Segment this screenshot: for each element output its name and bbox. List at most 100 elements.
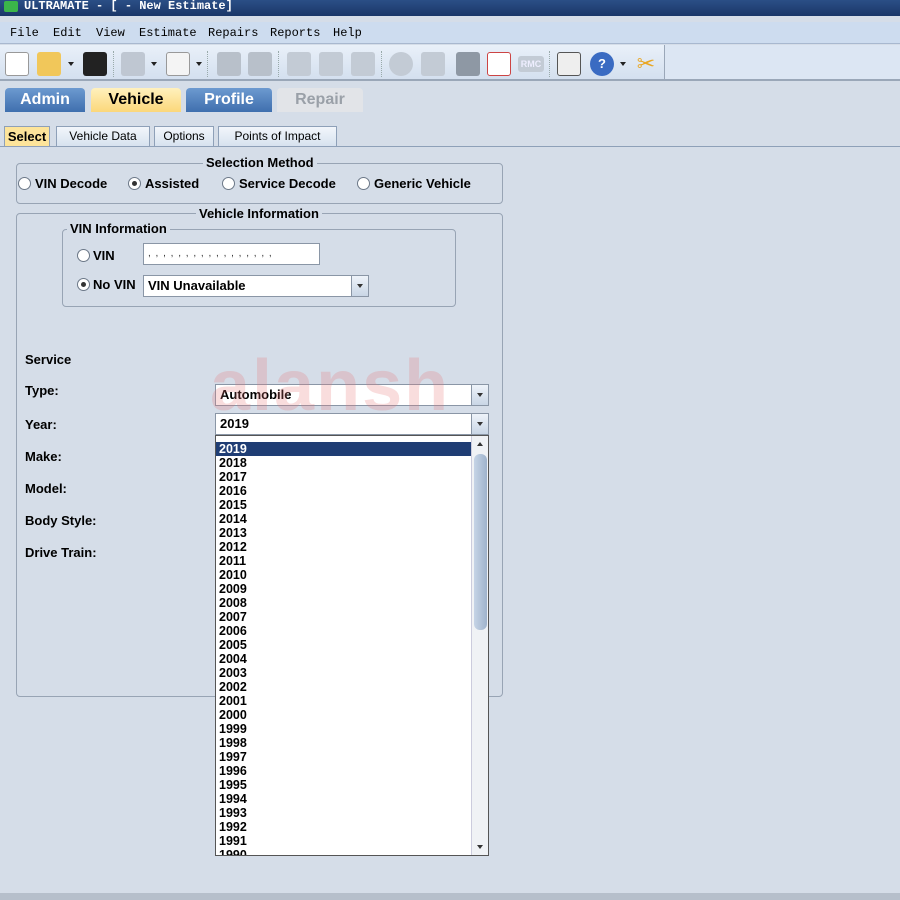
no-vin-reason-select[interactable]: VIN Unavailable — [143, 275, 369, 297]
model-label: Model: — [25, 481, 67, 496]
year-option[interactable]: 2000 — [216, 708, 471, 722]
new-estimate-icon[interactable] — [5, 52, 29, 76]
tab-repair: Repair — [277, 88, 363, 112]
calculator-icon[interactable] — [456, 52, 480, 76]
menu-bar: File Edit View Estimate Repairs Reports … — [0, 22, 900, 44]
year-option[interactable]: 2009 — [216, 582, 471, 596]
vin-decode-label: VIN Decode — [35, 176, 108, 191]
vin-label: VIN — [93, 248, 115, 263]
menu-edit[interactable]: Edit — [53, 26, 82, 40]
year-option[interactable]: 1996 — [216, 764, 471, 778]
insert-line-icon — [287, 52, 311, 76]
report-icon[interactable] — [166, 52, 190, 76]
year-option[interactable]: 1999 — [216, 722, 471, 736]
year-option[interactable]: 2014 — [216, 512, 471, 526]
tab-vehicle[interactable]: Vehicle — [91, 88, 181, 112]
scroll-thumb[interactable] — [474, 454, 487, 630]
year-option[interactable]: 1998 — [216, 736, 471, 750]
year-option[interactable]: 2001 — [216, 694, 471, 708]
copy-icon — [217, 52, 241, 76]
year-option[interactable]: 2019 — [216, 442, 471, 456]
tab-profile[interactable]: Profile — [186, 88, 272, 112]
subtab-points-of-impact[interactable]: Points of Impact — [218, 126, 337, 146]
assisted-label: Assisted — [145, 176, 200, 191]
year-option[interactable]: 1997 — [216, 750, 471, 764]
paste-icon — [248, 52, 272, 76]
menu-file[interactable]: File — [10, 26, 39, 40]
vehicle-information-legend: Vehicle Information — [196, 206, 322, 221]
menu-help[interactable]: Help — [333, 26, 362, 40]
drive-train-label: Drive Train: — [25, 545, 97, 560]
radio-assisted[interactable] — [128, 177, 141, 190]
price-table-icon[interactable] — [487, 52, 511, 76]
open-folder-icon[interactable] — [37, 52, 61, 76]
year-option[interactable]: 2008 — [216, 596, 471, 610]
radio-generic-vehicle[interactable] — [357, 177, 370, 190]
year-option[interactable]: 1995 — [216, 778, 471, 792]
scrollbar[interactable] — [471, 436, 488, 855]
save-icon[interactable] — [83, 52, 107, 76]
vin-input[interactable]: , , , , , , , , , , , , , , , , , — [143, 243, 320, 265]
layout-icon — [319, 52, 343, 76]
scroll-up-icon[interactable] — [477, 442, 483, 446]
repair-doc-icon[interactable] — [557, 52, 581, 76]
year-option[interactable]: 2015 — [216, 498, 471, 512]
year-option[interactable]: 2012 — [216, 540, 471, 554]
app-logo-icon — [4, 1, 18, 12]
radio-no-vin[interactable] — [77, 278, 90, 291]
year-option[interactable]: 2005 — [216, 638, 471, 652]
menu-estimate[interactable]: Estimate — [139, 26, 197, 40]
toolbar: RMC ? ✂ — [0, 45, 665, 81]
tab-admin[interactable]: Admin — [5, 88, 85, 112]
generic-vehicle-label: Generic Vehicle — [374, 176, 471, 191]
body-style-label: Body Style: — [25, 513, 97, 528]
year-option[interactable]: 1991 — [216, 834, 471, 848]
chevron-down-icon[interactable] — [471, 385, 488, 405]
scroll-down-icon[interactable] — [477, 845, 483, 849]
rmc-icon: RMC — [518, 56, 544, 72]
year-option[interactable]: 2002 — [216, 680, 471, 694]
chevron-down-icon[interactable] — [351, 276, 368, 296]
type-label: Type: — [25, 383, 59, 398]
service-decode-label: Service Decode — [239, 176, 336, 191]
year-option[interactable]: 1994 — [216, 792, 471, 806]
help-icon[interactable]: ? — [590, 52, 614, 76]
chevron-down-icon[interactable] — [471, 414, 488, 434]
year-option[interactable]: 1993 — [216, 806, 471, 820]
make-label: Make: — [25, 449, 62, 464]
year-option[interactable]: 2006 — [216, 624, 471, 638]
radio-vin[interactable] — [77, 249, 90, 262]
layout-split-icon — [351, 52, 375, 76]
title-bar: ULTRAMATE - [ - New Estimate] — [0, 0, 900, 16]
menu-repairs[interactable]: Repairs — [208, 26, 258, 40]
print-icon[interactable] — [121, 52, 145, 76]
year-option[interactable]: 2018 — [216, 456, 471, 470]
tools-icon[interactable]: ✂ — [634, 52, 658, 76]
year-option[interactable]: 2004 — [216, 652, 471, 666]
year-option[interactable]: 2010 — [216, 568, 471, 582]
year-dropdown-list[interactable]: 2019 2018 2017 2016 2015 2014 2013 2012 2011 2010… — [215, 435, 489, 856]
year-option[interactable]: 1992 — [216, 820, 471, 834]
menu-view[interactable]: View — [96, 26, 125, 40]
selection-method-legend: Selection Method — [203, 155, 317, 170]
radio-vin-decode[interactable] — [18, 177, 31, 190]
radio-service-decode[interactable] — [222, 177, 235, 190]
status-bar — [0, 893, 900, 900]
year-option[interactable]: 2017 — [216, 470, 471, 484]
vin-information-legend: VIN Information — [67, 221, 170, 236]
year-option[interactable]: 2013 — [216, 526, 471, 540]
year-option[interactable]: 2016 — [216, 484, 471, 498]
year-option[interactable]: 2007 — [216, 610, 471, 624]
menu-reports[interactable]: Reports — [270, 26, 320, 40]
subtab-options[interactable]: Options — [154, 126, 214, 146]
subtab-vehicle-data[interactable]: Vehicle Data — [56, 126, 150, 146]
year-option[interactable]: 1990 — [216, 848, 471, 855]
no-vin-label: No VIN — [93, 277, 136, 292]
subtab-select[interactable]: Select — [4, 126, 50, 146]
no-vin-reason-value: VIN Unavailable — [148, 278, 246, 293]
estimate-doc-icon — [421, 52, 445, 76]
year-label: Year: — [25, 417, 57, 432]
search-icon — [389, 52, 413, 76]
year-option[interactable]: 2011 — [216, 554, 471, 568]
year-option[interactable]: 2003 — [216, 666, 471, 680]
